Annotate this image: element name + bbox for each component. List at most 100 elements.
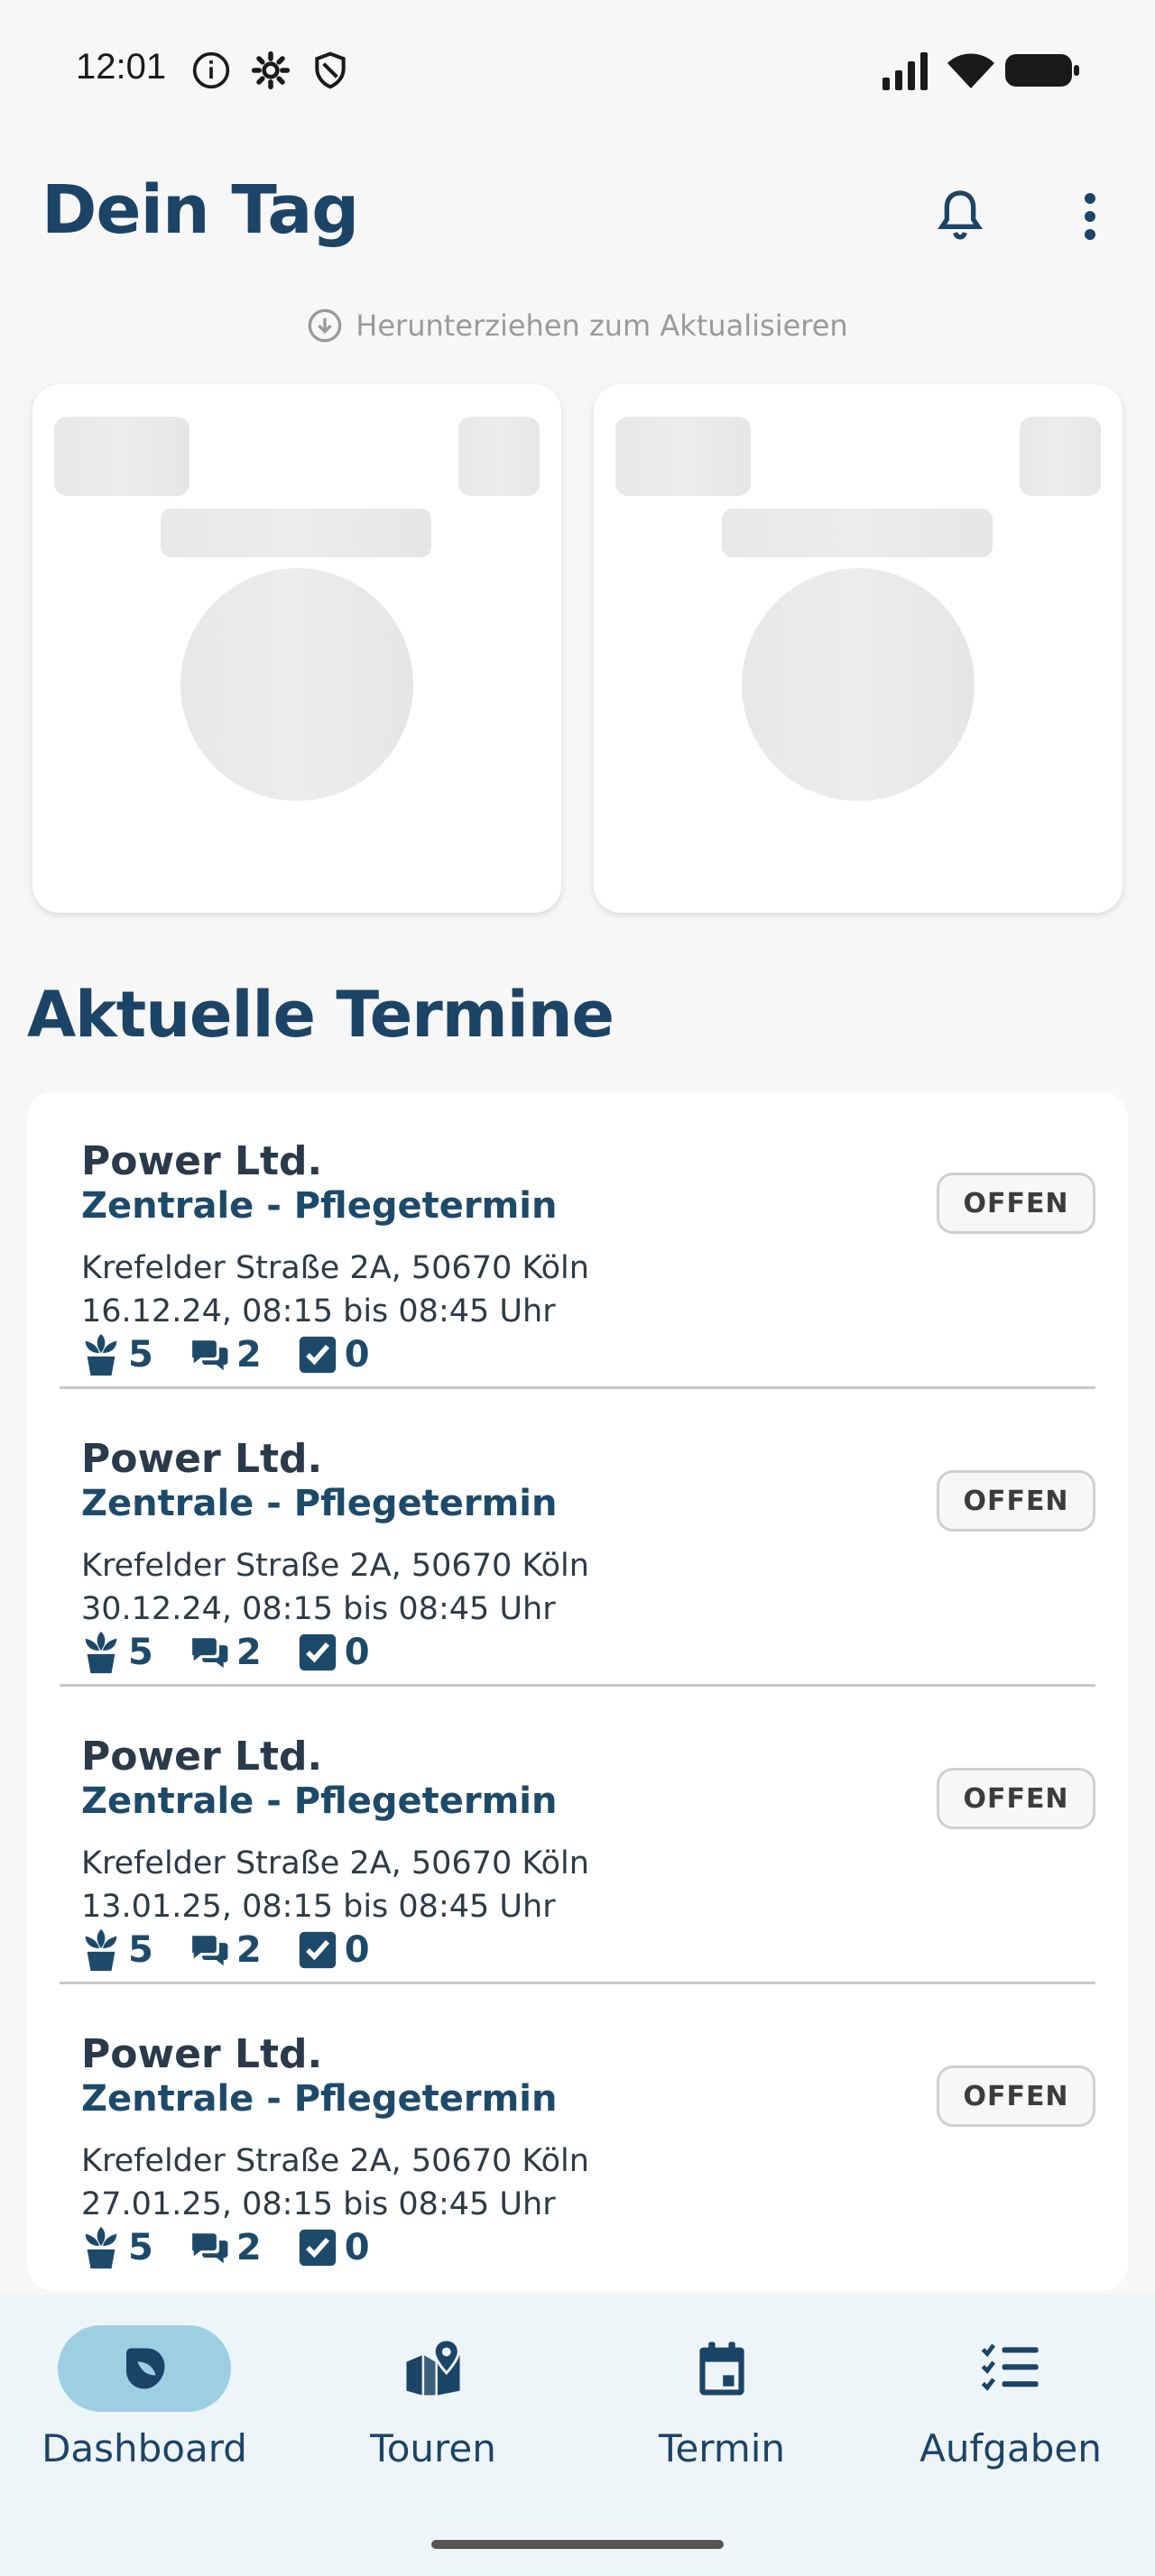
nav-label: Termin <box>658 2426 786 2470</box>
appointment-stats: 5 2 0 <box>81 2222 406 2273</box>
skeleton-block <box>161 509 431 557</box>
comments-icon <box>191 1638 228 1669</box>
comments-icon <box>191 2233 228 2264</box>
appointment-company: Power Ltd. <box>81 1138 323 1184</box>
checkbox-icon <box>299 1931 336 1969</box>
arrow-down-circle-icon <box>308 308 342 343</box>
section-title: Aktuelle Termine <box>27 978 614 1052</box>
comments-stat: 2 <box>189 1927 262 1973</box>
appointment-item[interactable]: Power Ltd. Zentrale - Pflegetermin Krefe… <box>27 1091 1128 1389</box>
gear-icon <box>251 51 291 90</box>
appointment-time: 13.01.25, 08:15 bis 08:45 Uhr <box>81 1889 556 1925</box>
info-icon <box>192 51 230 89</box>
appointment-stats: 5 2 0 <box>81 1627 406 1678</box>
appointment-address: Krefelder Straße 2A, 50670 Köln <box>81 2143 589 2179</box>
bottom-navigation: Dashboard Touren Termin Aufgaben <box>0 2295 1155 2576</box>
appointment-type: Zentrale - Pflegetermin <box>81 1185 558 1227</box>
appointment-company: Power Ltd. <box>81 1436 323 1482</box>
appointment-time: 27.01.25, 08:15 bis 08:45 Uhr <box>81 2186 556 2222</box>
tasks-count: 0 <box>344 1632 370 1673</box>
appointment-type: Zentrale - Pflegetermin <box>81 1780 558 1822</box>
appointment-time: 30.12.24, 08:15 bis 08:45 Uhr <box>81 1591 556 1627</box>
appointment-type: Zentrale - Pflegetermin <box>81 2078 558 2120</box>
appointment-address: Krefelder Straße 2A, 50670 Köln <box>81 1250 589 1286</box>
plants-stat: 5 <box>81 1630 153 1675</box>
plants-count: 5 <box>128 2227 153 2268</box>
loading-card-right <box>594 384 1123 913</box>
tasks-count: 0 <box>344 1929 370 1971</box>
tasks-stat: 0 <box>298 1332 370 1377</box>
checkbox-icon <box>299 1633 336 1671</box>
comments-icon <box>191 1936 228 1966</box>
appointment-list: Power Ltd. Zentrale - Pflegetermin Krefe… <box>27 1091 1128 2291</box>
signal-icon <box>882 52 928 90</box>
plants-stat: 5 <box>81 1927 153 1973</box>
plants-count: 5 <box>128 1929 153 1971</box>
plants-count: 5 <box>128 1632 153 1673</box>
appointment-address: Krefelder Straße 2A, 50670 Köln <box>81 1548 589 1584</box>
skeleton-block <box>54 417 189 496</box>
tasks-stat: 0 <box>298 1630 370 1675</box>
nav-item-termin[interactable]: Termin <box>578 2325 866 2524</box>
tasks-count: 0 <box>344 1334 370 1375</box>
wifi-icon <box>947 53 994 88</box>
page-title: Dein Tag <box>42 171 359 249</box>
status-time: 12:01 <box>76 47 167 87</box>
checkbox-icon <box>299 1336 336 1374</box>
battery-icon <box>1005 54 1079 87</box>
comments-count: 2 <box>236 1334 262 1375</box>
plants-stat: 5 <box>81 1332 153 1377</box>
status-badge: OFFEN <box>937 1768 1095 1829</box>
plants-stat: 5 <box>81 2225 153 2270</box>
pull-hint-text: Herunterziehen zum Aktualisieren <box>356 308 848 343</box>
comments-count: 2 <box>236 2227 262 2268</box>
status-badge: OFFEN <box>937 1470 1095 1532</box>
status-bar: 12:01 <box>0 0 1155 135</box>
skeleton-block <box>722 509 993 557</box>
comments-icon <box>191 1340 228 1371</box>
skeleton-circle <box>180 568 413 801</box>
comments-stat: 2 <box>189 2225 262 2270</box>
skeleton-block <box>458 417 540 496</box>
nav-label: Aufgaben <box>919 2426 1102 2470</box>
appointment-type: Zentrale - Pflegetermin <box>81 1483 558 1524</box>
appointment-stats: 5 2 0 <box>81 1925 406 1975</box>
calendar-icon <box>699 2341 744 2396</box>
skeleton-block <box>1020 417 1101 496</box>
appointment-time: 16.12.24, 08:15 bis 08:45 Uhr <box>81 1293 556 1329</box>
tasks-stat: 0 <box>298 2225 370 2270</box>
appointment-address: Krefelder Straße 2A, 50670 Köln <box>81 1845 589 1881</box>
status-badge: OFFEN <box>937 2065 1095 2127</box>
comments-stat: 2 <box>189 1332 262 1377</box>
plant-icon <box>85 2226 117 2269</box>
skeleton-block <box>615 417 751 496</box>
checklist-icon <box>981 2343 1039 2391</box>
appointment-company: Power Ltd. <box>81 1734 323 1780</box>
more-vertical-icon[interactable] <box>1072 189 1108 244</box>
plant-icon <box>85 1631 117 1674</box>
plants-count: 5 <box>128 1334 153 1375</box>
nav-item-dashboard[interactable]: Dashboard <box>0 2325 289 2524</box>
comments-count: 2 <box>236 1929 262 1971</box>
appointment-item[interactable]: Power Ltd. Zentrale - Pflegetermin Krefe… <box>27 1687 1128 1984</box>
comments-stat: 2 <box>189 1630 262 1675</box>
appointment-item[interactable]: Power Ltd. Zentrale - Pflegetermin Krefe… <box>27 1984 1128 2282</box>
appointment-stats: 5 2 0 <box>81 1329 406 1380</box>
appointment-company: Power Ltd. <box>81 2031 323 2077</box>
nav-label: Touren <box>370 2426 496 2470</box>
home-indicator[interactable] <box>431 2540 724 2549</box>
dashboard-leaf-icon <box>126 2348 165 2389</box>
shield-icon <box>315 51 346 89</box>
map-pin-icon <box>406 2340 460 2396</box>
checkbox-icon <box>299 2229 336 2267</box>
tasks-count: 0 <box>344 2227 370 2268</box>
plant-icon <box>85 1928 117 1972</box>
status-badge: OFFEN <box>937 1173 1095 1234</box>
nav-active-indicator <box>58 2325 231 2412</box>
nav-item-touren[interactable]: Touren <box>289 2325 578 2524</box>
nav-label: Dashboard <box>42 2426 247 2470</box>
appointment-item[interactable]: Power Ltd. Zentrale - Pflegetermin Krefe… <box>27 1389 1128 1687</box>
nav-item-aufgaben[interactable]: Aufgaben <box>866 2325 1155 2524</box>
bell-icon[interactable] <box>931 186 989 244</box>
skeleton-circle <box>742 568 975 801</box>
